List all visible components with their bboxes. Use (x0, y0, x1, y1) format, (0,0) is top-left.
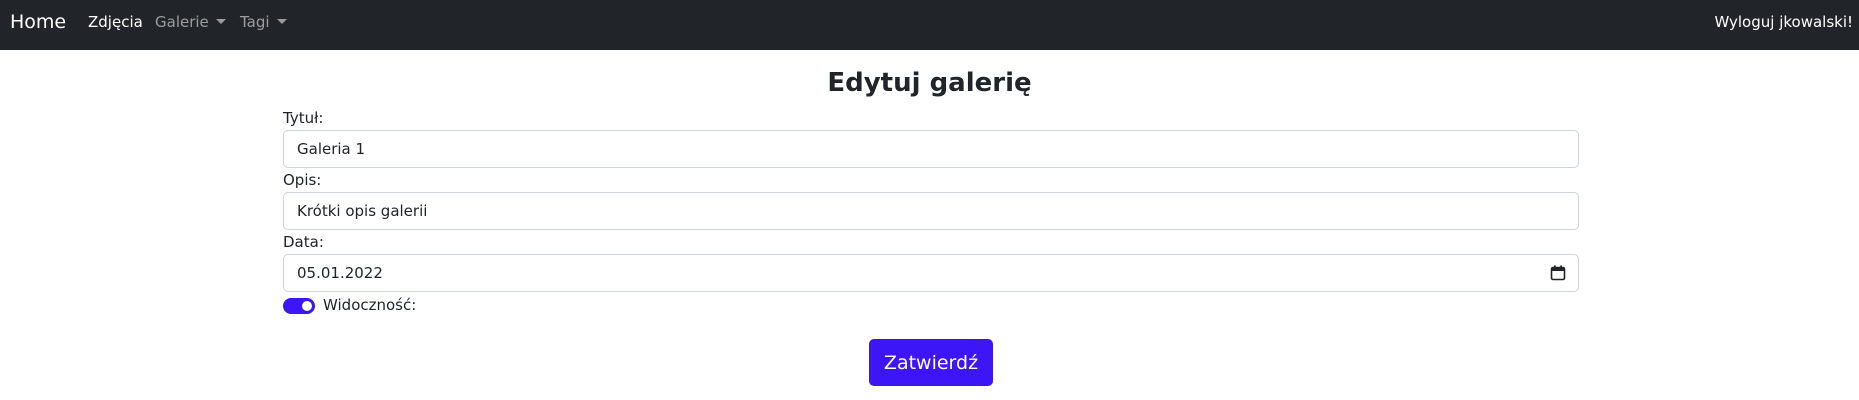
visibility-label: Widoczność: (323, 296, 417, 314)
date-input[interactable]: 05.01.2022 (283, 254, 1579, 292)
nav-dropdown-tags-label: Tagi (240, 13, 270, 31)
title-input[interactable]: Galeria 1 (283, 130, 1579, 168)
date-input-value: 05.01.2022 (297, 264, 383, 282)
title-field-label: Tytuł: (283, 109, 324, 127)
nav-link-photos[interactable]: Zdjęcia (88, 12, 143, 32)
logout-link[interactable]: Wyloguj jkowalski! (1714, 12, 1853, 32)
home-brand-link[interactable]: Home (10, 10, 66, 34)
nav-dropdown-tags[interactable]: Tagi (240, 12, 287, 32)
visibility-toggle-knob (302, 301, 312, 311)
description-field-label: Opis: (283, 171, 322, 189)
page-title: Edytuj galerię (827, 68, 1032, 98)
chevron-down-icon (215, 19, 226, 24)
description-input[interactable]: Krótki opis galerii (283, 192, 1579, 230)
visibility-toggle[interactable] (283, 298, 315, 314)
calendar-icon[interactable] (1550, 265, 1566, 281)
chevron-down-icon (276, 19, 287, 24)
submit-button[interactable]: Zatwierdź (869, 339, 993, 386)
top-navbar: Home Zdjęcia Galerie Tagi Wyloguj jkowal… (0, 0, 1859, 50)
nav-dropdown-galleries[interactable]: Galerie (155, 12, 226, 32)
nav-dropdown-galleries-label: Galerie (155, 13, 209, 31)
date-field-label: Data: (283, 233, 324, 251)
